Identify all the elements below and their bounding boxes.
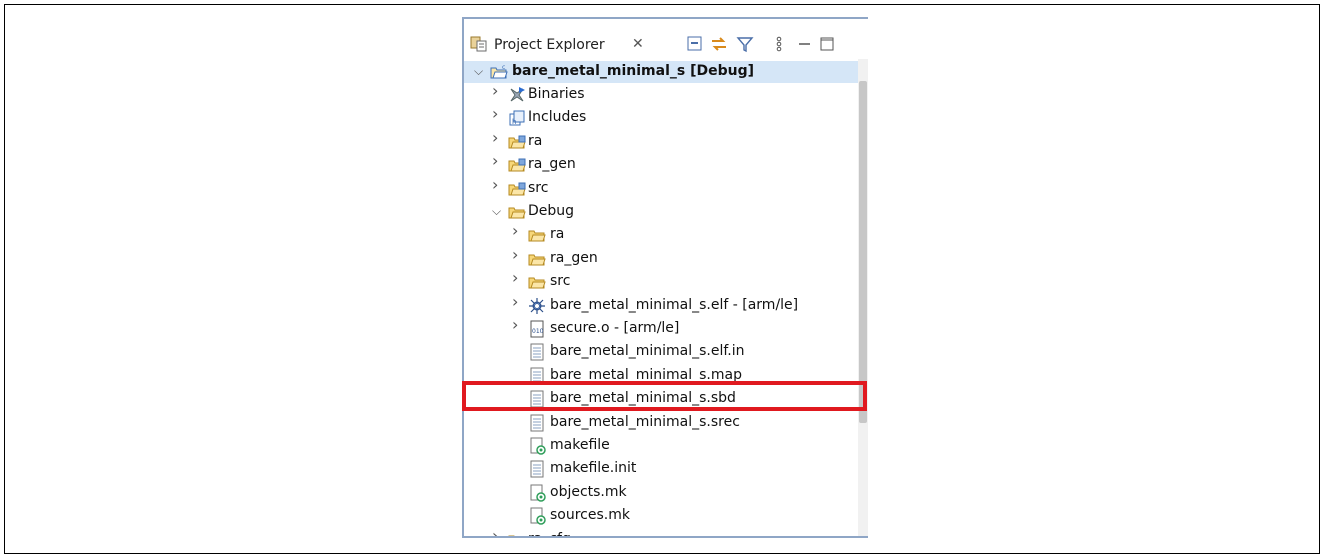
project-explorer-view: Project Explorer ✕ ⌵ c bare_metal_minima… [462, 17, 868, 538]
tree-item-secure-o-arm-le[interactable]: › 010 secure.o - [arm/le] [464, 317, 858, 340]
tree-item-includes[interactable]: › h Includes [464, 106, 858, 129]
highlight-box [462, 381, 867, 411]
binaries-icon [508, 86, 526, 104]
source-folder-icon [508, 133, 526, 151]
tree-item-label: ra_gen [550, 249, 598, 266]
minimize-icon[interactable] [796, 35, 814, 53]
chevron-right-icon[interactable]: › [512, 246, 524, 262]
c-project-icon: c [490, 64, 508, 79]
scrollbar-thumb[interactable] [859, 81, 867, 423]
chevron-right-icon[interactable]: › [492, 106, 504, 122]
folder-open-icon [508, 203, 526, 221]
tree-item-label: ra_gen [528, 156, 576, 173]
tree-item-label: objects.mk [550, 483, 627, 500]
svg-text:c: c [502, 64, 505, 71]
tree-item-label: bare_metal_minimal_s.srec [550, 413, 740, 430]
tree-item-bare-metal-minimal-s-elf-arm-le[interactable]: › bare_metal_minimal_s.elf - [arm/le] [464, 293, 858, 317]
chevron-right-icon[interactable]: › [492, 83, 504, 99]
tree-item-label: Binaries [528, 86, 585, 102]
tree-item-debug[interactable]: ⌵ Debug [464, 201, 858, 223]
chevron-right-icon[interactable]: › [512, 293, 524, 309]
tree-item-bare-metal-minimal-s-elf-in[interactable]: bare_metal_minimal_s.elf.in [464, 341, 858, 363]
filter-icon[interactable] [736, 35, 754, 53]
chevron-right-icon[interactable]: › [492, 153, 504, 169]
elf-binary-icon [528, 297, 546, 315]
view-titlebar: Project Explorer ✕ [464, 19, 868, 59]
tree-item-label: sources.mk [550, 507, 630, 524]
folder-icon [508, 531, 526, 536]
view-menu-icon[interactable] [770, 35, 788, 53]
chevron-right-icon[interactable]: › [492, 176, 504, 192]
chevron-down-icon[interactable]: ⌵ [492, 204, 504, 218]
collapse-all-icon[interactable] [686, 35, 704, 53]
tree-item-ra-gen[interactable]: › ra_gen [464, 246, 858, 270]
maximize-icon[interactable] [818, 35, 836, 53]
tree-item-ra-cfg[interactable]: › ra_cfg [464, 527, 858, 536]
chevron-right-icon[interactable]: › [512, 317, 524, 333]
tree-item-bare-metal-minimal-s-srec[interactable]: bare_metal_minimal_s.srec [464, 412, 858, 434]
folder-icon [528, 226, 546, 244]
svg-text:010: 010 [532, 328, 544, 335]
chevron-down-icon[interactable]: ⌵ [474, 64, 486, 78]
tree-item-makefile-init[interactable]: makefile.init [464, 458, 858, 480]
tree-item-ra-gen[interactable]: › ra_gen [464, 153, 858, 176]
tree-item-sources-mk[interactable]: sources.mk [464, 505, 858, 527]
object-file-icon: 010 [528, 320, 546, 338]
tree-item-ra[interactable]: › ra [464, 223, 858, 246]
link-with-editor-icon[interactable] [710, 35, 728, 53]
chevron-right-icon[interactable]: › [492, 129, 504, 145]
makefile-icon [528, 437, 546, 455]
folder-icon [528, 273, 546, 291]
folder-icon [528, 250, 546, 268]
view-title[interactable]: Project Explorer [494, 37, 605, 53]
tree-item-label: ra_cfg [528, 531, 571, 536]
tree-item-src[interactable]: › src [464, 270, 858, 293]
project-label: bare_metal_minimal_s [Debug] [512, 63, 755, 79]
tree-item-label: bare_metal_minimal_s.elf - [arm/le] [550, 296, 799, 313]
tree-item-ra[interactable]: › ra [464, 129, 858, 153]
tree-item-label: makefile.init [550, 460, 637, 477]
text-file-icon [528, 343, 546, 361]
tree-item-label: bare_metal_minimal_s.elf.in [550, 343, 745, 360]
tree-item-src[interactable]: › src [464, 176, 858, 200]
tree-item-label: ra [528, 132, 543, 149]
tree-item-project[interactable]: ⌵ c bare_metal_minimal_s [Debug] [464, 61, 858, 83]
includes-icon: h [508, 109, 526, 127]
tree-item-label: src [528, 179, 549, 196]
tree-item-label: src [550, 273, 571, 290]
close-icon[interactable]: ✕ [632, 36, 644, 52]
tree-item-label: makefile [550, 437, 610, 453]
makefile-icon [528, 484, 546, 502]
text-file-icon [528, 460, 546, 478]
tree-item-binaries[interactable]: › Binaries [464, 83, 858, 106]
tree-item-objects-mk[interactable]: objects.mk [464, 482, 858, 504]
tree-item-label: ra [550, 226, 565, 243]
chevron-right-icon[interactable]: › [492, 527, 504, 536]
tree-item-label: Debug [528, 203, 575, 219]
chevron-right-icon[interactable]: › [512, 270, 524, 286]
svg-text:h: h [512, 118, 516, 126]
tree-item-label: Includes [528, 109, 587, 126]
source-folder-icon [508, 180, 526, 198]
makefile-icon [528, 507, 546, 525]
text-file-icon [528, 414, 546, 432]
tree-item-label: secure.o - [arm/le] [550, 320, 680, 336]
project-explorer-icon [470, 36, 487, 52]
tree-item-makefile[interactable]: makefile [464, 435, 858, 457]
source-folder-icon [508, 156, 526, 174]
chevron-right-icon[interactable]: › [512, 223, 524, 239]
